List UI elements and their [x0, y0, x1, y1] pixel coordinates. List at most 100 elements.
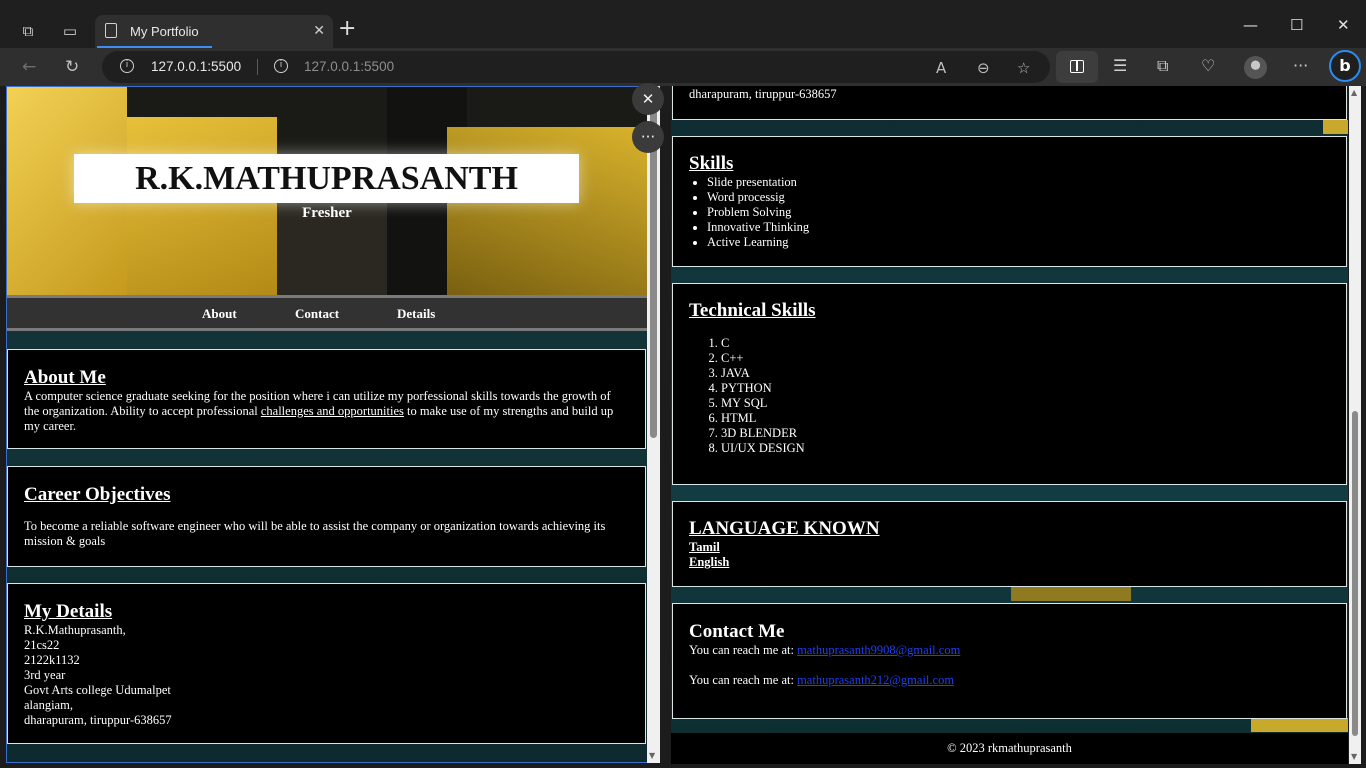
- technical-item: C++: [721, 351, 1330, 366]
- split-screen-button[interactable]: [1056, 51, 1098, 83]
- language-item: English: [689, 555, 730, 569]
- tab-actions-icon[interactable]: ▭: [59, 20, 81, 42]
- collections-icon[interactable]: ⧉: [1157, 56, 1168, 76]
- technical-heading: Technical Skills: [689, 300, 816, 321]
- technical-list: C C++ JAVA PYTHON MY SQL HTML 3D BLENDER…: [689, 336, 1330, 456]
- name-box: R.K.MATHUPRASANTH: [74, 154, 579, 203]
- about-card: About Me A computer science graduate see…: [7, 349, 646, 449]
- detail-line: 2122k1132: [24, 653, 80, 667]
- close-tab-icon[interactable]: ✕: [313, 23, 325, 39]
- address-bar[interactable]: i 127.0.0.1:5500 i 127.0.0.1:5500 A ⊖ ☆: [102, 51, 1050, 83]
- contact-line: You can reach me at: mathuprasanth212@gm…: [689, 673, 1330, 688]
- site-nav: About Contact Details: [7, 295, 647, 331]
- background-decor: [1251, 718, 1348, 732]
- favorites-icon[interactable]: ☰: [1113, 56, 1127, 75]
- contact-heading: Contact Me: [689, 621, 785, 642]
- details-card-tail: dharapuram, tiruppur-638657: [672, 86, 1347, 120]
- url-text[interactable]: 127.0.0.1:5500: [151, 59, 241, 74]
- read-aloud-icon[interactable]: A: [936, 59, 946, 77]
- tab-title: My Portfolio: [130, 24, 199, 39]
- left-scrollbar[interactable]: ▼: [647, 86, 660, 763]
- skill-item: Problem Solving: [707, 205, 1330, 220]
- skills-list: Slide presentation Word processig Proble…: [689, 175, 1330, 250]
- technical-item: MY SQL: [721, 396, 1330, 411]
- bing-copilot-icon[interactable]: b: [1329, 50, 1361, 82]
- details-card: My Details R.K.Mathuprasanth, 21cs22 212…: [7, 583, 646, 744]
- detail-line: dharapuram, tiruppur-638657: [689, 87, 837, 101]
- background-decor: [1323, 120, 1348, 134]
- contact-line: You can reach me at: mathuprasanth9908@g…: [689, 643, 1330, 658]
- zoom-out-icon[interactable]: ⊖: [977, 59, 990, 77]
- left-scrollbar-thumb[interactable]: [650, 110, 657, 438]
- background-decor: [1011, 587, 1131, 601]
- close-window-button[interactable]: ✕: [1337, 16, 1350, 34]
- site-info-icon[interactable]: i: [120, 59, 134, 73]
- skill-item: Active Learning: [707, 235, 1330, 250]
- maximize-button[interactable]: ☐: [1290, 16, 1303, 34]
- career-heading: Career Objectives: [24, 484, 171, 505]
- left-pane: R.K.MATHUPRASANTH Fresher About Contact …: [6, 86, 660, 763]
- language-item: Tamil: [689, 540, 720, 554]
- nav-about[interactable]: About: [202, 306, 237, 322]
- browser-essentials-icon[interactable]: ♡: [1201, 56, 1215, 75]
- scroll-down-arrow-icon[interactable]: ▼: [1351, 752, 1357, 761]
- skill-item: Word processig: [707, 190, 1330, 205]
- technical-item: PYTHON: [721, 381, 1330, 396]
- skills-heading: Skills: [689, 153, 734, 174]
- profile-avatar[interactable]: [1244, 56, 1267, 79]
- career-text: To become a reliable software engineer w…: [24, 519, 606, 548]
- favorite-star-icon[interactable]: ☆: [1017, 59, 1030, 77]
- scroll-down-arrow-icon[interactable]: ▼: [649, 751, 655, 760]
- detail-line: 3rd year: [24, 668, 66, 682]
- detail-line: R.K.Mathuprasanth,: [24, 623, 126, 637]
- site-info-icon-secondary[interactable]: i: [274, 59, 288, 73]
- title-bar: ⧉ ▭ My Portfolio ✕ + — ☐ ✕: [0, 0, 1366, 48]
- technical-item: UI/UX DESIGN: [721, 441, 1330, 456]
- new-tab-button[interactable]: +: [338, 18, 356, 40]
- browser-toolbar: ← ↻ i 127.0.0.1:5500 i 127.0.0.1:5500 A …: [0, 48, 1366, 86]
- workspaces-icon[interactable]: ⧉: [17, 20, 39, 42]
- close-split-pane-icon[interactable]: ✕: [632, 83, 664, 115]
- technical-skills-card: Technical Skills C C++ JAVA PYTHON MY SQ…: [672, 283, 1347, 485]
- details-heading: My Details: [24, 601, 113, 622]
- about-heading: About Me: [24, 367, 106, 388]
- minimize-button[interactable]: —: [1243, 16, 1258, 34]
- email-link[interactable]: mathuprasanth212@gmail.com: [797, 673, 954, 687]
- address-separator: [257, 59, 258, 75]
- scroll-up-arrow-icon[interactable]: ▲: [1351, 88, 1357, 97]
- nav-contact[interactable]: Contact: [295, 306, 339, 322]
- contact-prefix: You can reach me at:: [689, 643, 798, 657]
- technical-item: HTML: [721, 411, 1330, 426]
- pane-options-icon[interactable]: ···: [632, 121, 664, 153]
- right-pane: dharapuram, tiruppur-638657 Skills Slide…: [671, 86, 1348, 764]
- about-link[interactable]: challenges and opportunities: [261, 404, 404, 418]
- detail-line: dharapuram, tiruppur-638657: [24, 713, 172, 727]
- technical-item: JAVA: [721, 366, 1330, 381]
- career-card: Career Objectives To become a reliable s…: [7, 466, 646, 567]
- technical-item: 3D BLENDER: [721, 426, 1330, 441]
- skill-item: Innovative Thinking: [707, 220, 1330, 235]
- contact-prefix: You can reach me at:: [689, 673, 798, 687]
- url-text-secondary[interactable]: 127.0.0.1:5500: [304, 59, 394, 74]
- skill-item: Slide presentation: [707, 175, 1330, 190]
- nav-details[interactable]: Details: [397, 306, 435, 322]
- right-scrollbar[interactable]: ▲ ▼: [1349, 86, 1361, 764]
- detail-line: Govt Arts college Udumalpet: [24, 683, 171, 697]
- page-icon: [105, 23, 117, 38]
- about-text: A computer science graduate seeking for …: [24, 389, 629, 434]
- right-scrollbar-thumb[interactable]: [1352, 411, 1358, 736]
- email-link[interactable]: mathuprasanth9908@gmail.com: [797, 643, 960, 657]
- split-screen-icon: [1070, 60, 1084, 73]
- more-menu-icon[interactable]: ···: [1293, 56, 1308, 75]
- back-icon[interactable]: ←: [22, 57, 36, 77]
- detail-line: 21cs22: [24, 638, 60, 652]
- detail-line: alangiam,: [24, 698, 73, 712]
- refresh-icon[interactable]: ↻: [65, 57, 79, 77]
- tab-my-portfolio[interactable]: My Portfolio ✕: [95, 15, 333, 48]
- languages-card: LANGUAGE KNOWN Tamil English: [672, 501, 1347, 587]
- footer: © 2023 rkmathuprasanth: [671, 733, 1348, 764]
- skills-card: Skills Slide presentation Word processig…: [672, 136, 1347, 267]
- hero-banner: R.K.MATHUPRASANTH Fresher: [7, 87, 647, 295]
- technical-item: C: [721, 336, 1330, 351]
- hero-name: R.K.MATHUPRASANTH: [135, 160, 518, 197]
